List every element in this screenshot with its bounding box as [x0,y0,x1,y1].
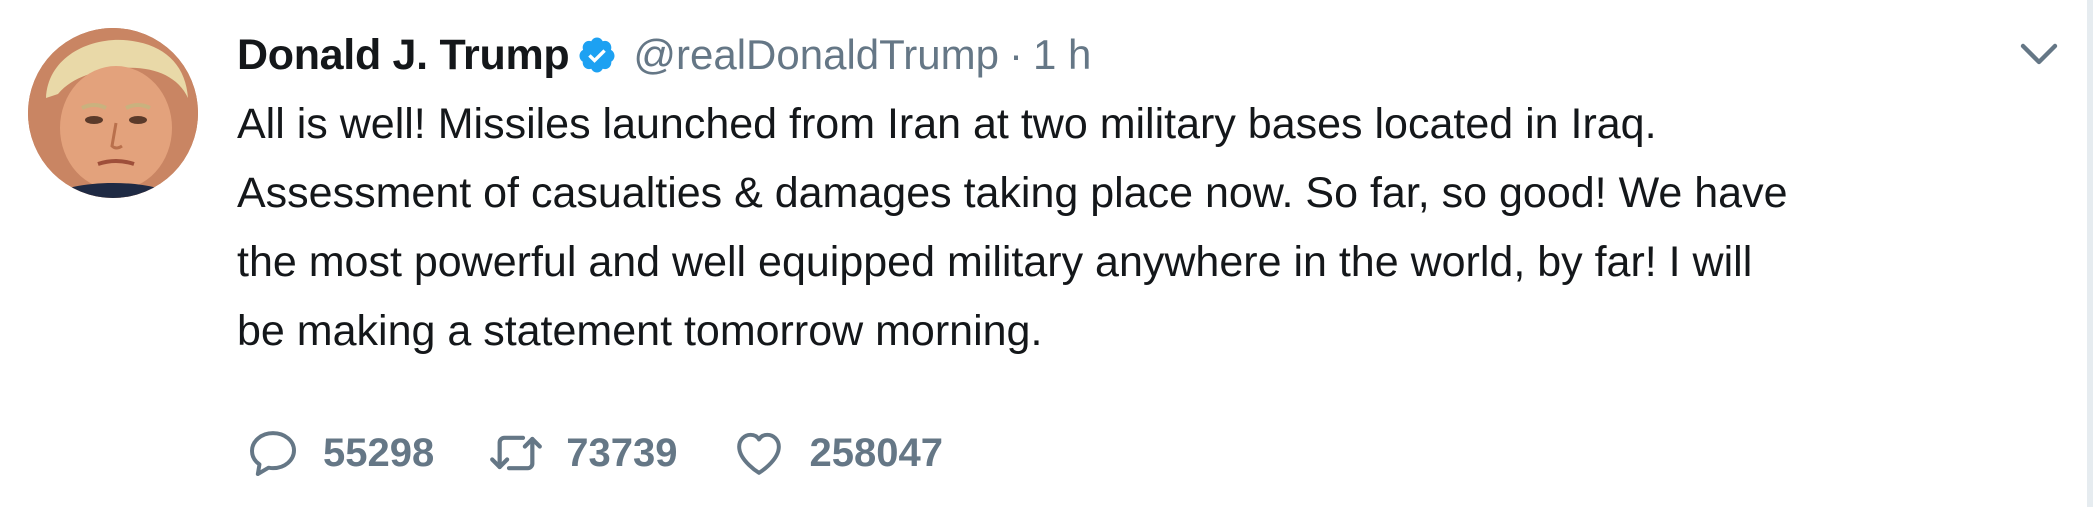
reply-bubble-icon [250,431,296,476]
avatar[interactable] [28,28,198,198]
tweet-text-line: Assessment of casualties & damages takin… [237,169,1788,217]
retweet-count: 73739 [566,430,678,475]
retweet-button[interactable]: 73739 [488,425,677,481]
tweet-text: All is well! Missiles launched from Iran… [237,90,2027,366]
reply-button[interactable]: 55298 [245,425,434,481]
verified-badge-icon [577,35,617,75]
heart-icon [737,432,782,475]
tweet-text-line: be making a statement tomorrow morning. [237,307,1043,355]
avatar-portrait [28,28,198,198]
reply-count: 55298 [323,430,435,475]
tweet-actions: 55298 73739 258047 [245,420,997,486]
tweet-header: Donald J. Trump @realDonaldTrump · 1 h [237,20,2047,90]
like-count: 258047 [809,430,943,475]
retweet-arrows-icon [490,435,543,471]
tweet-timestamp[interactable]: 1 h [1033,31,1091,79]
author-handle[interactable]: @realDonaldTrump [633,31,999,79]
like-button[interactable]: 258047 [731,425,943,481]
tweet-card[interactable]: Donald J. Trump @realDonaldTrump · 1 h A… [0,0,2093,507]
tweet-text-line: the most powerful and well equipped mili… [237,238,1753,286]
author-name[interactable]: Donald J. Trump [237,31,570,80]
tweet-text-line: All is well! Missiles launched from Iran… [237,100,1657,148]
header-separator: · [1008,31,1023,78]
chevron-down-icon[interactable] [2015,30,2063,78]
tweet-content: Donald J. Trump @realDonaldTrump · 1 h A… [237,20,2047,366]
